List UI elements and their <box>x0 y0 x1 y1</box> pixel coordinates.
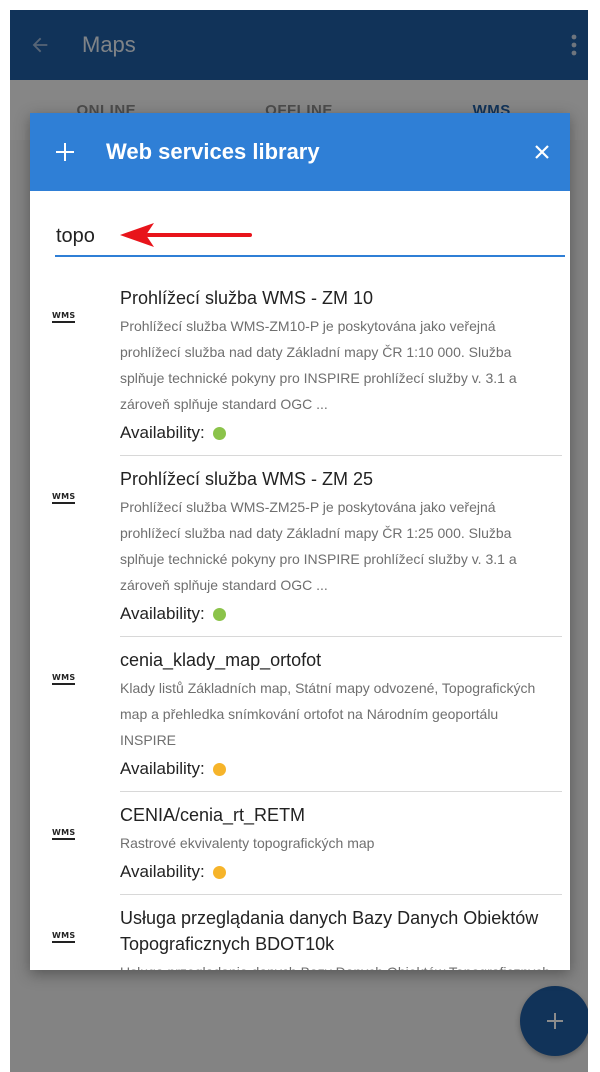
availability-row: Availability: <box>120 423 570 443</box>
plus-icon <box>56 143 74 161</box>
availability-label: Availability: <box>120 604 205 623</box>
service-name: cenia_klady_map_ortofot <box>120 650 322 670</box>
service-description: Prohlížecí služba WMS-ZM10-P je poskytov… <box>120 318 517 412</box>
availability-label: Availability: <box>120 759 205 778</box>
dialog-title: Web services library <box>106 139 320 164</box>
wms-icon: WMS <box>52 673 76 685</box>
availability-status-icon <box>212 865 226 879</box>
availability-row: Availability: <box>120 604 570 624</box>
service-description: Rastrové ekvivalenty topografických map <box>120 835 375 851</box>
availability-status-icon <box>212 762 226 776</box>
availability-status-icon <box>212 607 226 621</box>
close-icon <box>535 145 549 159</box>
service-name: Prohlížecí služba WMS - ZM 10 <box>120 288 374 308</box>
web-services-dialog: Web services library WMS Prohlížecí služb… <box>30 113 570 970</box>
availability-label: Availability: <box>120 423 205 442</box>
availability-row: Availability: <box>120 862 570 882</box>
service-name: Prohlížecí služba WMS - ZM 25 <box>120 469 374 489</box>
close-button[interactable] <box>520 113 564 191</box>
wms-icon: WMS <box>52 828 76 840</box>
service-list: WMS Prohlížecí služba WMS - ZM 10 Prohlíže… <box>30 275 570 970</box>
availability-row: Availability: <box>120 759 570 779</box>
arrow-annotation <box>120 223 252 247</box>
service-item[interactable]: WMS CENIA/cenia_rt_RETM Rastrové ekvivalen… <box>30 792 570 894</box>
service-item[interactable]: WMS cenia_klady_map_ortofot Klady listů Zá… <box>30 637 570 791</box>
wms-icon: WMS <box>52 492 76 504</box>
dialog-header: Web services library <box>30 113 570 191</box>
wms-icon: WMS <box>52 931 76 943</box>
service-item[interactable]: WMS Usługa przeglądania danych Bazy Danyc… <box>30 895 570 970</box>
availability-label: Availability: <box>120 862 205 881</box>
service-item[interactable]: WMS Prohlížecí služba WMS - ZM 10 Prohlíže… <box>30 275 570 455</box>
add-service-button[interactable] <box>30 113 100 191</box>
screen: Maps ONLINE OFFLINE WMS Web services lib… <box>10 10 588 1072</box>
availability-status-icon <box>212 426 226 440</box>
service-description: Prohlížecí služba WMS-ZM25-P je poskytov… <box>120 499 517 593</box>
service-name: Usługa przeglądania danych Bazy Danych O… <box>120 908 539 954</box>
service-description: Usługa przeglądania danych Bazy Danych O… <box>120 959 570 970</box>
service-description: Klady listů Základních map, Státní mapy … <box>120 680 536 748</box>
wms-icon: WMS <box>52 311 76 323</box>
service-item[interactable]: WMS Prohlížecí služba WMS - ZM 25 Prohlíže… <box>30 456 570 636</box>
service-name: CENIA/cenia_rt_RETM <box>120 805 306 825</box>
